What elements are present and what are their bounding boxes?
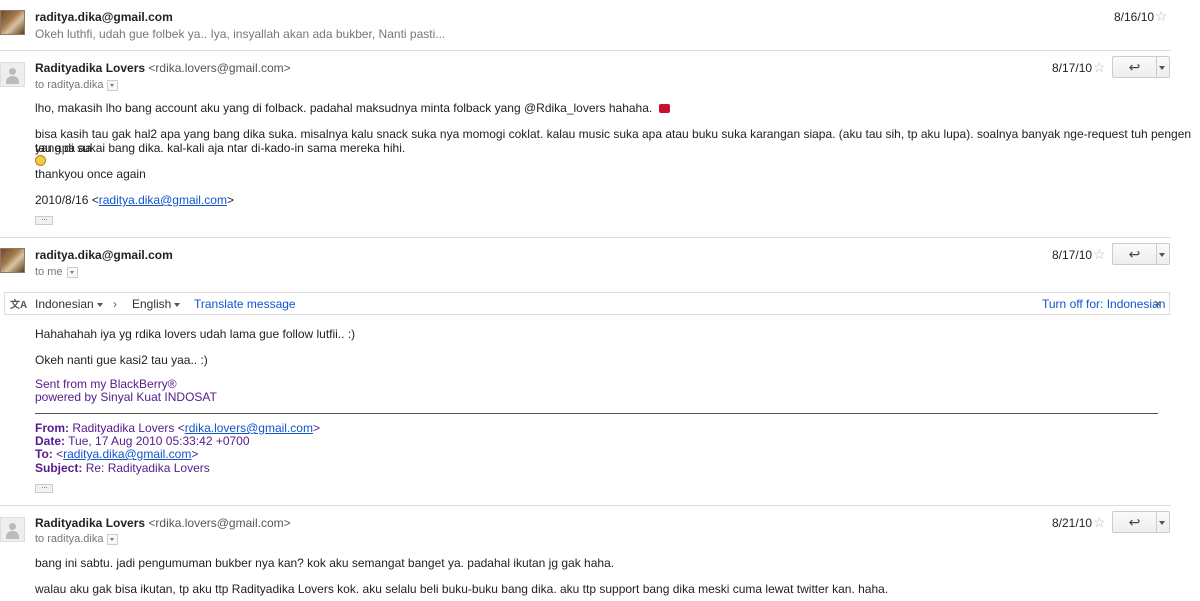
language-arrow-icon: ›	[113, 297, 117, 311]
close-icon[interactable]: ×	[1154, 296, 1162, 311]
sender-display-name: Radityadika Lovers	[35, 516, 146, 530]
avatar-placeholder-icon	[0, 517, 25, 542]
translate-message-link[interactable]: Translate message	[194, 297, 296, 311]
recipient-text: to raditya.dika	[35, 79, 104, 91]
signature-line: Sent from my BlackBerry®	[35, 377, 177, 391]
sender-name[interactable]: Radityadika Lovers <rdika.lovers@gmail.c…	[35, 61, 291, 75]
more-actions-chevron-down-icon[interactable]	[1155, 57, 1169, 77]
sender-name[interactable]: Radityadika Lovers <rdika.lovers@gmail.c…	[35, 516, 291, 530]
message-body-line: Okeh nanti gue kasi2 tau yaa.. :)	[35, 353, 208, 367]
quote-attribution: 2010/8/16 <raditya.dika@gmail.com>	[35, 193, 234, 207]
message-divider	[0, 237, 1171, 238]
star-icon[interactable]: ☆	[1155, 8, 1168, 25]
reply-button-group[interactable]: ↩	[1112, 243, 1170, 265]
star-icon[interactable]: ☆	[1093, 246, 1106, 263]
target-language-label: English	[132, 297, 172, 311]
to-label: To:	[35, 447, 53, 461]
more-actions-chevron-down-icon[interactable]	[1155, 244, 1169, 264]
message-date: 8/16/10	[1114, 10, 1155, 24]
to-close: >	[191, 447, 199, 461]
signature-line: powered by Sinyal Kuat INDOSAT	[35, 390, 217, 404]
message-body-line: walau aku gak bisa ikutan, tp aku ttp Ra…	[35, 582, 889, 596]
reply-icon[interactable]: ↩	[1113, 512, 1157, 532]
from-email-link[interactable]: rdika.lovers@gmail.com	[185, 421, 313, 435]
recipient-details-dropdown-icon[interactable]	[107, 79, 119, 91]
message-divider	[0, 505, 1171, 506]
reply-button-group[interactable]: ↩	[1112, 56, 1170, 78]
subject-label: Subject:	[35, 461, 83, 475]
from-label: From:	[35, 421, 69, 435]
from-close: >	[312, 421, 320, 435]
show-trimmed-content-button[interactable]: ···	[35, 215, 53, 225]
sender-avatar	[0, 10, 25, 35]
reply-button-group[interactable]: ↩	[1112, 511, 1170, 533]
star-icon[interactable]: ☆	[1093, 514, 1106, 531]
message-body-line: bang ini sabtu. jadi pengumuman bukber n…	[35, 556, 615, 570]
emoticon-icon	[35, 155, 46, 166]
quoted-to-line: To: <raditya.dika@gmail.com>	[35, 447, 198, 461]
body-text: lho, makasih lho bang account aku yang d…	[35, 101, 653, 115]
sender-display-name: Radityadika Lovers	[35, 61, 146, 75]
recipient-line[interactable]: to raditya.dika	[35, 79, 119, 91]
reply-icon[interactable]: ↩	[1113, 57, 1157, 77]
quote-suffix: >	[226, 193, 234, 207]
from-name: Radityadika Lovers <	[72, 421, 185, 435]
star-icon[interactable]: ☆	[1093, 59, 1106, 76]
show-trimmed-content-button[interactable]: ···	[35, 483, 53, 493]
quote-prefix: 2010/8/16 <	[35, 193, 99, 207]
to-email-link[interactable]: raditya.dika@gmail.com	[63, 447, 191, 461]
message-snippet[interactable]: Okeh luthfi, udah gue folbek ya.. Iya, i…	[35, 27, 445, 41]
recipient-details-dropdown-icon[interactable]	[66, 266, 78, 278]
quoted-from-line: From: Radityadika Lovers <rdika.lovers@g…	[35, 421, 320, 435]
recipient-line[interactable]: to raditya.dika	[35, 533, 119, 545]
chevron-down-icon	[174, 302, 181, 307]
message-date: 8/21/10	[1052, 516, 1093, 530]
recipient-text: to raditya.dika	[35, 533, 104, 545]
subject-value: Re: Radityadika Lovers	[85, 461, 210, 475]
message-divider	[0, 50, 1171, 51]
translate-bar: 文A Indonesian › English Translate messag…	[4, 292, 1170, 315]
source-language-select[interactable]: Indonesian	[35, 297, 103, 311]
date-value: Tue, 17 Aug 2010 05:33:42 +0700	[68, 434, 250, 448]
recipient-line[interactable]: to me	[35, 266, 78, 278]
quote-email-link[interactable]: raditya.dika@gmail.com	[99, 193, 227, 207]
sender-email: <rdika.lovers@gmail.com>	[148, 516, 291, 530]
quoted-date-line: Date: Tue, 17 Aug 2010 05:33:42 +0700	[35, 434, 250, 448]
message-body-line: thankyou once again	[35, 167, 146, 181]
sender-name[interactable]: raditya.dika@gmail.com	[35, 248, 173, 262]
sender-avatar	[0, 248, 25, 273]
more-actions-chevron-down-icon[interactable]	[1155, 512, 1169, 532]
chevron-down-icon	[96, 302, 103, 307]
turn-off-translation-link[interactable]: Turn off for: Indonesian	[1042, 297, 1165, 311]
message-body-line: lho, makasih lho bang account aku yang d…	[35, 101, 670, 115]
message-date: 8/17/10	[1052, 61, 1093, 75]
sender-name[interactable]: raditya.dika@gmail.com	[35, 10, 173, 24]
quoted-subject-line: Subject: Re: Radityadika Lovers	[35, 461, 210, 475]
message-body-line: yang di sukai bang dika. kal-kali aja nt…	[35, 141, 406, 155]
source-language-label: Indonesian	[35, 297, 94, 311]
message-date: 8/17/10	[1052, 248, 1093, 262]
date-label: Date:	[35, 434, 66, 448]
emoticon-icon	[658, 104, 670, 114]
recipient-text: to me	[35, 266, 63, 278]
avatar-placeholder-icon	[0, 62, 25, 87]
recipient-details-dropdown-icon[interactable]	[107, 533, 119, 545]
sender-email: <rdika.lovers@gmail.com>	[148, 61, 291, 75]
quote-separator-rule	[35, 413, 1158, 414]
reply-icon[interactable]: ↩	[1113, 244, 1157, 264]
translate-icon: 文A	[10, 300, 28, 311]
message-body-line: Hahahahah iya yg rdika lovers udah lama …	[35, 327, 356, 341]
target-language-select[interactable]: English	[132, 297, 181, 311]
